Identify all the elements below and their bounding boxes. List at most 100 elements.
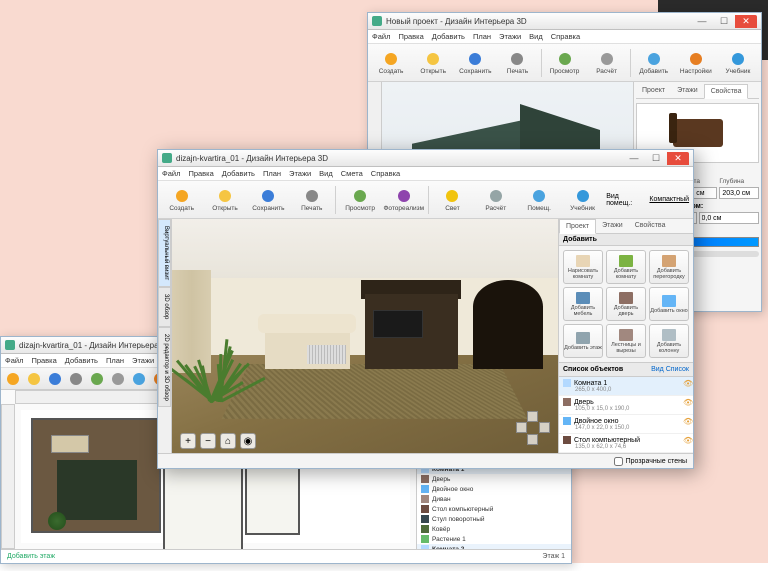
visibility-icon[interactable]: 👁 — [683, 398, 691, 406]
menu-item[interactable]: Этажи — [289, 169, 311, 178]
tool-button-3[interactable] — [66, 370, 86, 388]
snapshot-button[interactable]: ◉ — [240, 433, 256, 449]
tab-Свойства[interactable]: Свойства — [704, 84, 749, 99]
menu-item[interactable]: Вид — [319, 169, 333, 178]
plant-2d[interactable] — [48, 512, 66, 530]
tv[interactable] — [373, 310, 423, 338]
tool-button-0[interactable] — [3, 370, 23, 388]
menu-item[interactable]: План — [106, 356, 124, 365]
tool-button-1[interactable] — [24, 370, 44, 388]
zoom-in-button[interactable]: + — [180, 433, 196, 449]
sofa-2d[interactable] — [51, 435, 89, 453]
close-button[interactable]: ✕ — [667, 152, 689, 165]
print-button[interactable]: Печать — [292, 183, 331, 217]
addwall-button[interactable]: Добавить перегородку — [649, 250, 689, 284]
addroom-button[interactable]: Добавить — [635, 46, 673, 80]
tab-Свойства[interactable]: Свойства — [629, 219, 672, 233]
objects-list[interactable]: Комната 1ДверьДвойное окноДиванСтол комп… — [417, 464, 571, 549]
menu-item[interactable]: Этажи — [132, 356, 154, 365]
menu-item[interactable]: Правка — [188, 169, 213, 178]
nav-left[interactable] — [516, 422, 527, 433]
minimize-button[interactable]: — — [623, 152, 645, 165]
menu-item[interactable]: Файл — [372, 32, 390, 41]
viewport-3d[interactable]: + − ⌂ ◉ — [172, 219, 558, 453]
object-item[interactable]: Диван — [417, 494, 571, 504]
object-item[interactable]: Дверь👁105,0 x 15,0 x 190,0 — [559, 396, 693, 415]
settings-button[interactable]: Настройки — [677, 46, 715, 80]
zoom-out-button[interactable]: − — [200, 433, 216, 449]
tab-Этажи[interactable]: Этажи — [596, 219, 629, 233]
doorway-arch[interactable] — [473, 280, 542, 369]
print-button[interactable]: Печать — [498, 46, 536, 80]
tool-button-2[interactable] — [45, 370, 65, 388]
nav-down[interactable] — [527, 434, 538, 445]
light-button[interactable]: Свет — [433, 183, 472, 217]
transparent-walls-checkbox[interactable]: Прозрачные стены — [614, 457, 687, 466]
menu-item[interactable]: Добавить — [65, 356, 98, 365]
calc-button[interactable]: Расчёт — [476, 183, 515, 217]
pos-input[interactable] — [699, 212, 760, 224]
room-3[interactable] — [245, 460, 300, 535]
nav-right[interactable] — [539, 422, 550, 433]
object-item[interactable]: Комната 1👁265,0 x 400,0 — [559, 377, 693, 396]
object-item[interactable]: Стул поворотный — [417, 514, 571, 524]
object-item[interactable]: Растение 1 — [417, 534, 571, 544]
tool-button-6[interactable] — [129, 370, 149, 388]
tab-Этажи[interactable]: Этажи — [671, 84, 704, 98]
maximize-button[interactable]: ☐ — [713, 15, 735, 28]
radiator[interactable] — [307, 345, 346, 364]
addroom-button[interactable]: Добавить комнату — [606, 250, 646, 284]
menu-item[interactable]: Справка — [551, 32, 580, 41]
preview-button[interactable]: Просмотр — [340, 183, 379, 217]
plant[interactable] — [180, 308, 249, 402]
drawroom-button[interactable]: Нарисовать комнату — [563, 250, 603, 284]
menu-item[interactable]: План — [263, 169, 281, 178]
maximize-button[interactable]: ☐ — [645, 152, 667, 165]
visibility-icon[interactable]: 👁 — [683, 436, 691, 444]
vtab[interactable]: 3D обзор — [158, 287, 171, 326]
addstairs-button[interactable]: Лестницы и вырезы — [606, 324, 646, 358]
addwin-button[interactable]: Добавить окно — [649, 287, 689, 321]
tool-button-4[interactable] — [87, 370, 107, 388]
menu-item[interactable]: Вид — [529, 32, 543, 41]
nav-up[interactable] — [527, 411, 538, 422]
menu-item[interactable]: Файл — [5, 356, 23, 365]
objects-list[interactable]: Комната 1👁265,0 x 400,0Дверь👁105,0 x 15,… — [559, 377, 693, 453]
visibility-icon[interactable]: 👁 — [683, 379, 691, 387]
preview-button[interactable]: Просмотр — [545, 46, 583, 80]
vtab[interactable]: 2D редактор и 3D обзор — [158, 327, 171, 408]
size-input[interactable] — [719, 187, 759, 199]
list-view-toggle[interactable]: Вид Список — [651, 366, 689, 373]
menu-item[interactable]: Добавить — [432, 32, 465, 41]
object-item[interactable]: Дверь — [417, 474, 571, 484]
titlebar[interactable]: dizajn-kvartira_01 - Дизайн Интерьера 3D… — [158, 150, 693, 167]
close-button[interactable]: ✕ — [735, 15, 757, 28]
menu-item[interactable]: Правка — [398, 32, 423, 41]
room-1[interactable] — [31, 418, 161, 533]
menu-item[interactable]: Этажи — [499, 32, 521, 41]
rug-2d[interactable] — [57, 460, 137, 520]
carpet[interactable] — [222, 364, 528, 419]
menu-item[interactable]: Справка — [371, 169, 400, 178]
addcol-button[interactable]: Добавить колонну — [649, 324, 689, 358]
save-button[interactable]: Сохранить — [456, 46, 494, 80]
adddoor-button[interactable]: Добавить дверь — [606, 287, 646, 321]
photo-button[interactable]: Фотореализм — [384, 183, 424, 217]
object-item[interactable]: Стол компьютерный👁135,0 x 62,0 x 74,6 — [559, 434, 693, 453]
viewmode-link[interactable]: Компактный — [649, 196, 689, 203]
menu-item[interactable]: План — [473, 32, 491, 41]
create-button[interactable]: Создать — [162, 183, 201, 217]
object-item[interactable]: Двойное окно — [417, 484, 571, 494]
help-button[interactable]: Учебник — [719, 46, 757, 80]
home-button[interactable]: ⌂ — [220, 433, 236, 449]
tab-Проект[interactable]: Проект — [636, 84, 671, 98]
create-button[interactable]: Создать — [372, 46, 410, 80]
open-button[interactable]: Открыть — [205, 183, 244, 217]
transparent-walls-input[interactable] — [614, 457, 623, 466]
object-item[interactable]: Ковёр — [417, 524, 571, 534]
tool-button-5[interactable] — [108, 370, 128, 388]
menu-item[interactable]: Добавить — [222, 169, 255, 178]
visibility-icon[interactable]: 👁 — [683, 417, 691, 425]
addlevel-button[interactable]: Добавить этаж — [563, 324, 603, 358]
menu-item[interactable]: Смета — [341, 169, 363, 178]
